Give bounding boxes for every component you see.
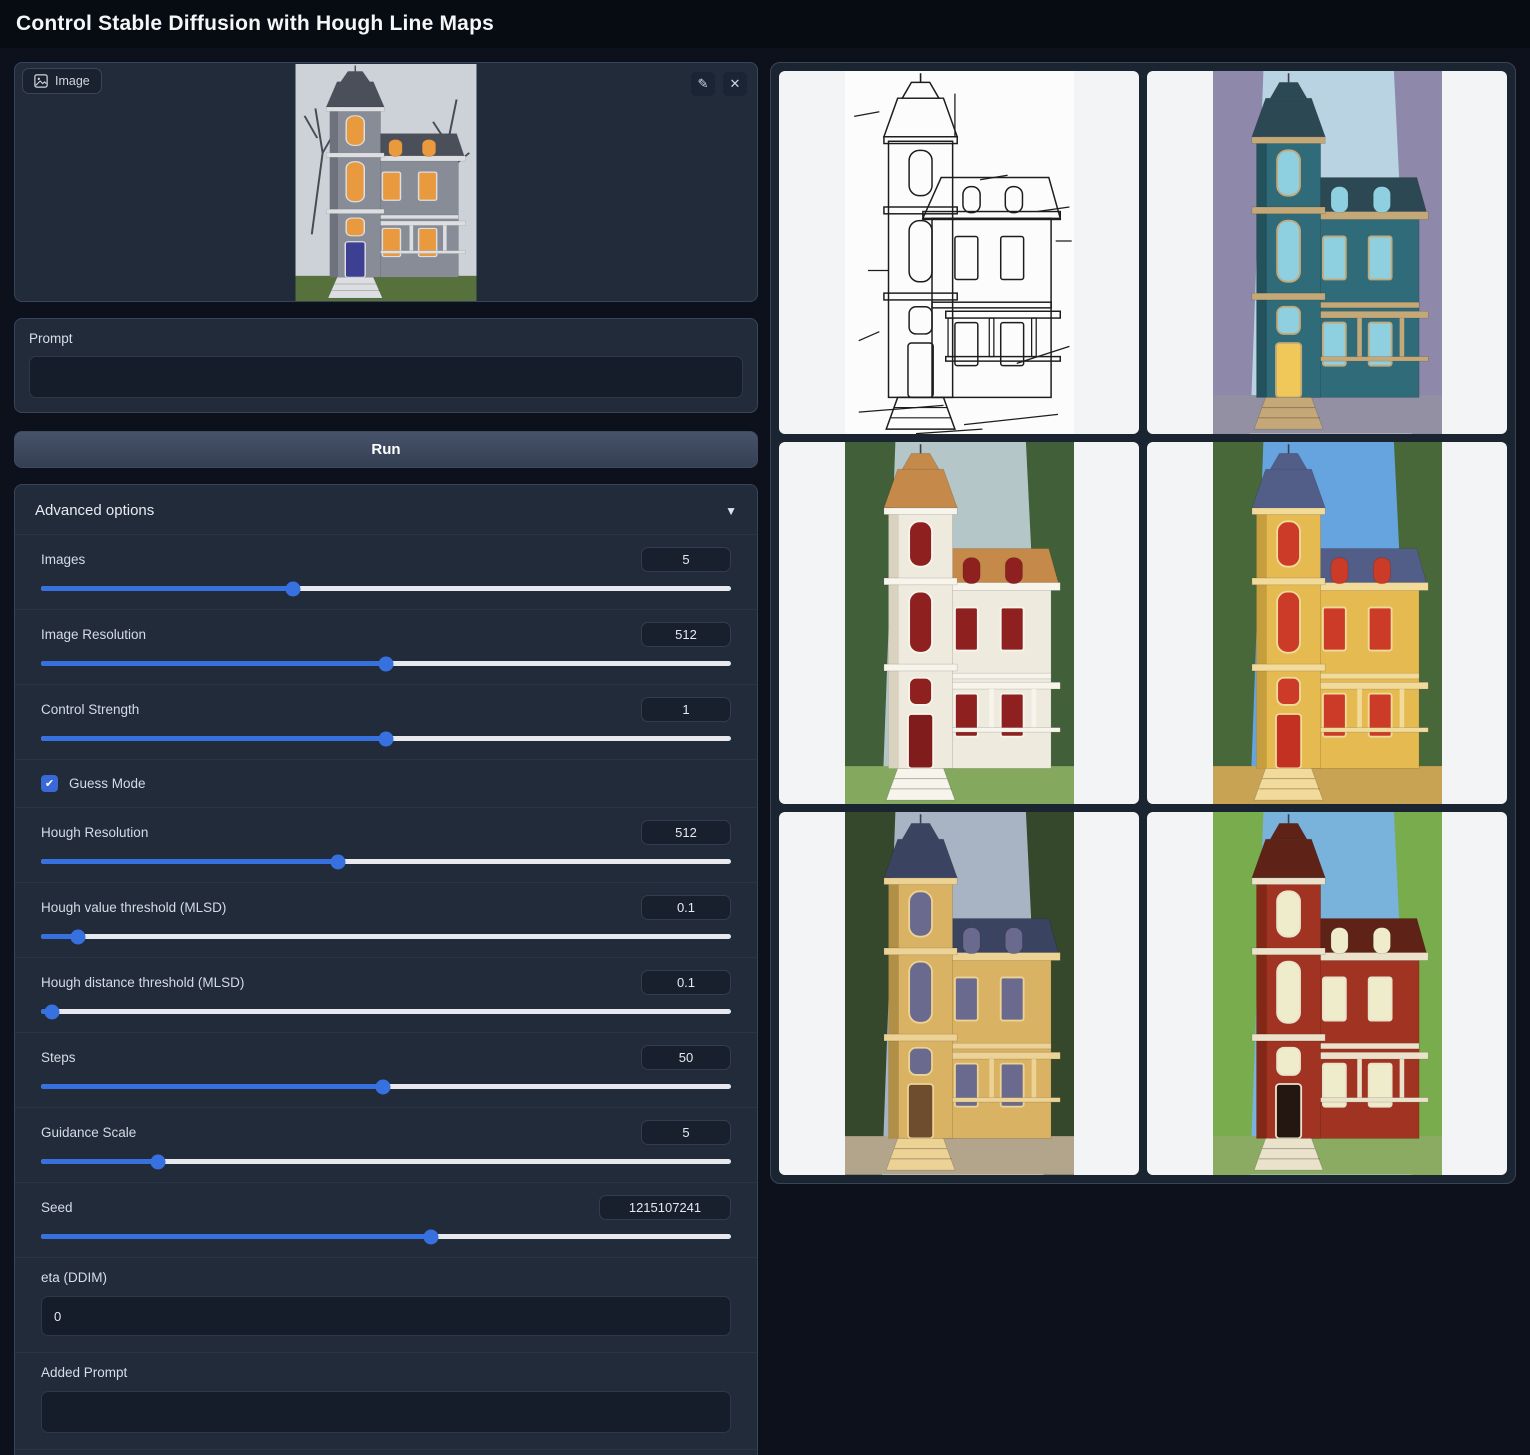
uploaded-image[interactable] bbox=[296, 64, 477, 301]
gallery-image-hough-map[interactable] bbox=[779, 71, 1139, 434]
checkbox-row: ✔ Guess Mode bbox=[15, 759, 757, 807]
clear-image-button[interactable]: ✕ bbox=[723, 72, 747, 96]
image-label-badge: Image bbox=[22, 68, 102, 94]
image-input-panel: Image ✎ ✕ bbox=[14, 62, 758, 302]
slider-track[interactable] bbox=[41, 859, 731, 864]
slider-value-input[interactable]: 512 bbox=[641, 820, 731, 845]
slider-handle[interactable] bbox=[285, 581, 300, 596]
slider-label: Seed bbox=[41, 1200, 73, 1215]
slider-value-input[interactable]: 1 bbox=[641, 697, 731, 722]
slider-fill bbox=[41, 859, 338, 864]
controls-column: Image ✎ ✕ Prompt Run Advanced options ▼ bbox=[14, 62, 758, 1455]
advanced-options-rows: Images 5 Image Resolution 512 Control St… bbox=[15, 534, 757, 1455]
gallery-image-3[interactable] bbox=[1147, 442, 1507, 805]
advanced-options-panel: Advanced options ▼ Images 5 Image Resolu… bbox=[14, 484, 758, 1455]
close-icon: ✕ bbox=[730, 76, 741, 91]
slider-value-input[interactable]: 5 bbox=[641, 547, 731, 572]
slider-track[interactable] bbox=[41, 736, 731, 741]
gallery-image-2[interactable] bbox=[779, 442, 1139, 805]
slider-label: Hough value threshold (MLSD) bbox=[41, 900, 226, 915]
slider-row: Images 5 bbox=[15, 534, 757, 609]
slider-handle[interactable] bbox=[379, 656, 394, 671]
slider-handle[interactable] bbox=[151, 1154, 166, 1169]
image-icon bbox=[34, 74, 48, 88]
slider-value-input[interactable]: 0.1 bbox=[641, 895, 731, 920]
slider-handle[interactable] bbox=[379, 731, 394, 746]
main-content: Image ✎ ✕ Prompt Run Advanced options ▼ bbox=[0, 48, 1530, 1455]
slider-fill bbox=[41, 1234, 431, 1239]
slider-label: Images bbox=[41, 552, 85, 567]
slider-fill bbox=[41, 586, 293, 591]
slider-row: Seed 1215107241 bbox=[15, 1182, 757, 1257]
slider-value-input[interactable]: 50 bbox=[641, 1045, 731, 1070]
gallery-image-4[interactable] bbox=[779, 812, 1139, 1175]
slider-track[interactable] bbox=[41, 661, 731, 666]
slider-label: Hough Resolution bbox=[41, 825, 148, 840]
slider-value-input[interactable]: 512 bbox=[641, 622, 731, 647]
textarea-row: Added Prompt bbox=[15, 1352, 757, 1449]
gallery-image-5[interactable] bbox=[1147, 812, 1507, 1175]
slider-track[interactable] bbox=[41, 586, 731, 591]
slider-fill bbox=[41, 1159, 158, 1164]
slider-row: Image Resolution 512 bbox=[15, 609, 757, 684]
prompt-block: Prompt bbox=[14, 318, 758, 413]
text-field-label: eta (DDIM) bbox=[41, 1270, 731, 1285]
slider-row: Guidance Scale 5 bbox=[15, 1107, 757, 1182]
slider-handle[interactable] bbox=[71, 929, 86, 944]
image-label: Image bbox=[55, 74, 90, 88]
slider-track[interactable] bbox=[41, 1009, 731, 1014]
page-title: Control Stable Diffusion with Hough Line… bbox=[0, 0, 1530, 48]
slider-row: Control Strength 1 bbox=[15, 684, 757, 759]
app: Control Stable Diffusion with Hough Line… bbox=[0, 0, 1530, 1455]
slider-handle[interactable] bbox=[45, 1004, 60, 1019]
text-field-row: eta (DDIM) bbox=[15, 1257, 757, 1352]
result-gallery bbox=[770, 62, 1516, 1184]
pencil-icon: ✎ bbox=[698, 76, 709, 91]
textarea-input[interactable] bbox=[41, 1391, 731, 1433]
slider-label: Image Resolution bbox=[41, 627, 146, 642]
textarea-row: Negative Prompt bbox=[15, 1449, 757, 1455]
run-button[interactable]: Run bbox=[14, 431, 758, 468]
slider-handle[interactable] bbox=[423, 1229, 438, 1244]
textarea-label: Added Prompt bbox=[41, 1365, 731, 1380]
slider-row: Steps 50 bbox=[15, 1032, 757, 1107]
slider-track[interactable] bbox=[41, 1159, 731, 1164]
prompt-input[interactable] bbox=[29, 356, 743, 398]
slider-handle[interactable] bbox=[375, 1079, 390, 1094]
image-actions: ✎ ✕ bbox=[691, 72, 747, 96]
edit-image-button[interactable]: ✎ bbox=[691, 72, 715, 96]
chevron-down-icon: ▼ bbox=[725, 504, 737, 518]
slider-row: Hough Resolution 512 bbox=[15, 807, 757, 882]
slider-track[interactable] bbox=[41, 934, 731, 939]
slider-handle[interactable] bbox=[330, 854, 345, 869]
slider-label: Steps bbox=[41, 1050, 76, 1065]
advanced-options-header[interactable]: Advanced options ▼ bbox=[15, 485, 757, 534]
slider-track[interactable] bbox=[41, 1084, 731, 1089]
guess-mode-checkbox[interactable]: ✔ bbox=[41, 775, 58, 792]
slider-value-input[interactable]: 1215107241 bbox=[599, 1195, 731, 1220]
prompt-label: Prompt bbox=[29, 331, 743, 346]
text-field-input[interactable] bbox=[41, 1296, 731, 1336]
slider-row: Hough value threshold (MLSD) 0.1 bbox=[15, 882, 757, 957]
slider-value-input[interactable]: 0.1 bbox=[641, 970, 731, 995]
gallery-image-1[interactable] bbox=[1147, 71, 1507, 434]
advanced-options-title: Advanced options bbox=[35, 502, 154, 519]
slider-track[interactable] bbox=[41, 1234, 731, 1239]
slider-row: Hough distance threshold (MLSD) 0.1 bbox=[15, 957, 757, 1032]
slider-label: Hough distance threshold (MLSD) bbox=[41, 975, 244, 990]
slider-fill bbox=[41, 736, 386, 741]
slider-label: Guidance Scale bbox=[41, 1125, 136, 1140]
slider-fill bbox=[41, 661, 386, 666]
slider-fill bbox=[41, 1084, 383, 1089]
slider-label: Control Strength bbox=[41, 702, 139, 717]
slider-value-input[interactable]: 5 bbox=[641, 1120, 731, 1145]
checkbox-label: Guess Mode bbox=[69, 776, 146, 791]
